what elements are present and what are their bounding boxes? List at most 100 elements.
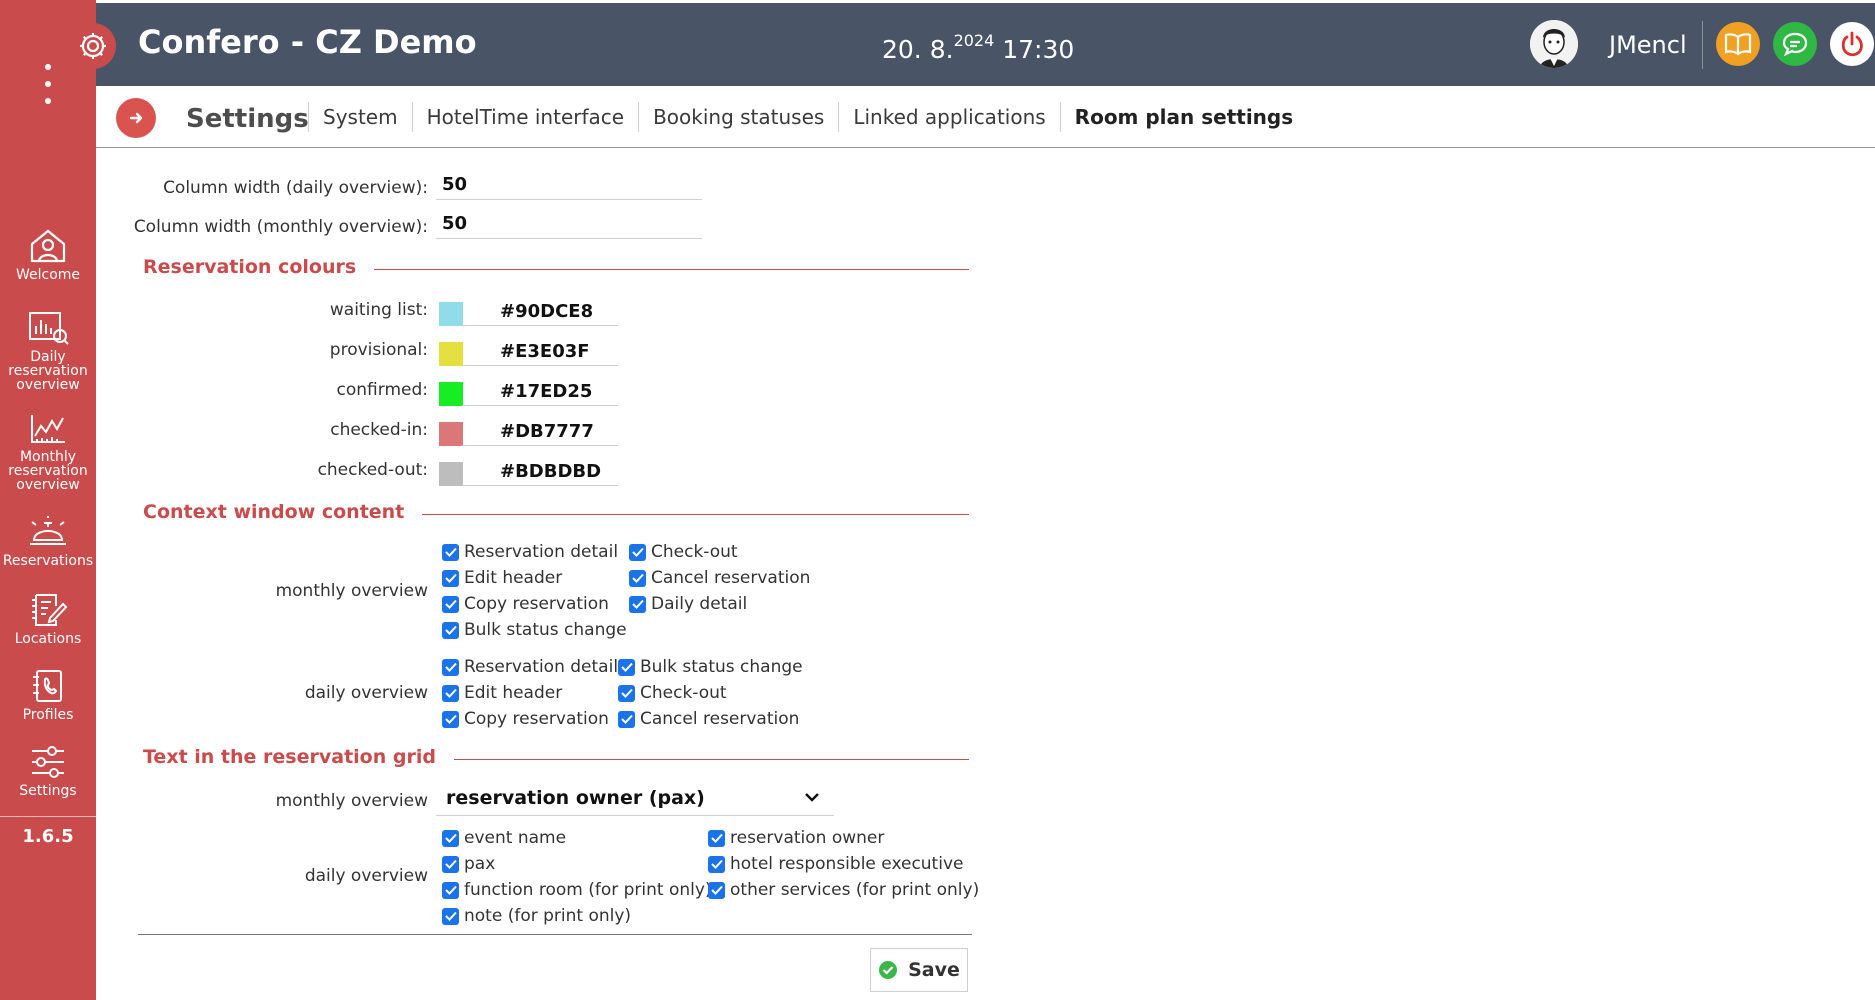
checkbox-monthly-cancel-reservation[interactable]: Cancel reservation <box>629 568 810 588</box>
colour-label-confirmed: confirmed: <box>336 380 428 400</box>
sidebar-item-welcome[interactable]: Welcome <box>0 228 96 282</box>
checkbox-grid-note[interactable]: note (for print only) <box>442 906 631 926</box>
tab-linked-applications[interactable]: Linked applications <box>838 102 1059 132</box>
sidebar-item-label: Monthly reservation overview <box>8 449 88 493</box>
manual-button[interactable] <box>1716 22 1760 66</box>
address-book-icon <box>33 670 62 702</box>
checkbox-grid-event-name[interactable]: event name <box>442 828 566 848</box>
checkbox-grid-pax[interactable]: pax <box>442 854 495 874</box>
grid-text-monthly-selected: reservation owner (pax) <box>446 787 705 809</box>
checkbox-daily-cancel-reservation[interactable]: Cancel reservation <box>618 709 799 729</box>
back-button[interactable] <box>116 98 156 138</box>
checkbox-monthly-daily-detail[interactable]: Daily detail <box>629 594 747 614</box>
kebab-menu-icon[interactable] <box>38 64 58 104</box>
grid-text-heading: Text in the reservation grid <box>143 746 454 768</box>
colour-hex-waiting-list[interactable]: #90DCE8 <box>462 296 618 326</box>
topbar-separator <box>1702 21 1703 69</box>
open-book-icon <box>1724 33 1752 56</box>
check-circle-icon <box>879 961 898 979</box>
save-button[interactable]: Save <box>870 948 968 992</box>
colour-label-checked-out: checked-out: <box>317 460 428 480</box>
sidebar-item-label: Welcome <box>15 267 81 283</box>
arrow-right-icon <box>129 112 143 124</box>
colour-swatch-provisional[interactable] <box>439 342 463 366</box>
chat-bubble-icon <box>1782 32 1808 57</box>
gear-icon <box>80 33 106 59</box>
save-button-label: Save <box>908 959 960 981</box>
checkbox-daily-edit-header[interactable]: Edit header <box>442 683 562 703</box>
daily-chart-search-icon <box>29 312 69 345</box>
checkbox-daily-check-out[interactable]: Check-out <box>618 683 727 703</box>
colour-swatch-waiting-list[interactable] <box>439 302 463 326</box>
colour-hex-confirmed[interactable]: #17ED25 <box>462 376 618 406</box>
context-window-heading: Context window content <box>143 501 423 523</box>
sidebar-item-reservations[interactable]: Reservations <box>0 514 96 568</box>
tab-room-plan-settings[interactable]: Room plan settings <box>1059 102 1307 132</box>
grid-text-monthly-select[interactable]: reservation owner (pax) <box>436 782 834 816</box>
colour-hex-checked-out[interactable]: #BDBDBD <box>462 456 618 486</box>
app-version: 1.6.5 <box>22 826 74 847</box>
sidebar-divider <box>0 816 96 817</box>
column-width-monthly-label: Column width (monthly overview): <box>133 217 428 237</box>
checkbox-grid-reservation-owner[interactable]: reservation owner <box>708 828 884 848</box>
room-plan-settings-form: Column width (daily overview): 50 Column… <box>96 148 996 1000</box>
service-bell-icon <box>30 516 66 545</box>
column-width-daily-input[interactable]: 50 <box>436 170 702 200</box>
sidebar-item-label: Reservations <box>2 553 94 569</box>
checkbox-daily-bulk-status-change[interactable]: Bulk status change <box>618 657 803 677</box>
colour-hex-provisional[interactable]: #E3E03F <box>462 336 618 366</box>
checkbox-grid-function-room[interactable]: function room (for print only) <box>442 880 712 900</box>
sidebar-item-settings[interactable]: Settings <box>0 744 96 798</box>
checkbox-monthly-bulk-status-change[interactable]: Bulk status change <box>442 620 627 640</box>
colour-swatch-checked-out[interactable] <box>439 462 463 486</box>
user-avatar-icon <box>1530 20 1578 68</box>
app-root: Welcome Daily reservation overview Month… <box>0 0 1875 1000</box>
checkbox-grid-hotel-responsible-executive[interactable]: hotel responsible executive <box>708 854 963 874</box>
power-icon <box>1841 31 1863 57</box>
sidebar-item-label: Profiles <box>22 707 74 723</box>
colour-swatch-confirmed[interactable] <box>439 382 463 406</box>
checkbox-daily-copy-reservation[interactable]: Copy reservation <box>442 709 609 729</box>
settings-tab-bar: Settings System HotelTime interface Book… <box>96 86 1875 148</box>
chat-button[interactable] <box>1773 22 1817 66</box>
username[interactable]: JMencl <box>1609 31 1687 59</box>
checkbox-monthly-check-out[interactable]: Check-out <box>629 542 738 562</box>
tab-booking-statuses[interactable]: Booking statuses <box>638 102 838 132</box>
logout-button[interactable] <box>1830 22 1874 66</box>
context-daily-label: daily overview <box>304 683 428 703</box>
column-width-monthly-input[interactable]: 50 <box>436 209 702 239</box>
page-title: Settings <box>186 104 309 134</box>
chevron-down-icon <box>805 793 819 802</box>
colour-hex-checked-in[interactable]: #DB7777 <box>462 416 618 446</box>
app-title: Confero - CZ Demo <box>138 23 477 61</box>
year: 2024 <box>953 31 995 50</box>
sidebar-item-locations[interactable]: Locations <box>0 592 96 646</box>
sidebar-item-label: Locations <box>14 631 82 647</box>
checkbox-monthly-copy-reservation[interactable]: Copy reservation <box>442 594 609 614</box>
grid-text-daily-label: daily overview <box>304 866 428 886</box>
sidebar-item-monthly-reservation-overview[interactable]: Monthly reservation overview <box>0 412 96 492</box>
checkbox-daily-reservation-detail[interactable]: Reservation detail <box>442 657 618 677</box>
avatar[interactable] <box>1530 20 1578 68</box>
top-bar: Confero - CZ Demo 20. 8.2024 17:30 JMenc… <box>70 3 1875 86</box>
checkbox-monthly-reservation-detail[interactable]: Reservation detail <box>442 542 618 562</box>
datetime: 20. 8.2024 17:30 <box>882 31 1074 64</box>
sidebar-item-daily-reservation-overview[interactable]: Daily reservation overview <box>0 310 96 392</box>
checkbox-monthly-edit-header[interactable]: Edit header <box>442 568 562 588</box>
colour-label-waiting-list: waiting list: <box>329 300 428 320</box>
sidebar-item-profiles[interactable]: Profiles <box>0 668 96 722</box>
colour-swatch-checked-in[interactable] <box>439 422 463 446</box>
sidebar: Welcome Daily reservation overview Month… <box>0 0 96 1000</box>
time: 17:30 <box>1002 35 1075 64</box>
sidebar-item-label: Settings <box>19 783 77 799</box>
grid-text-monthly-label: monthly overview <box>275 791 428 811</box>
date: 20. 8. <box>882 35 954 64</box>
house-user-icon <box>30 229 66 263</box>
tab-list: System HotelTime interface Booking statu… <box>308 102 1307 132</box>
edit-document-icon <box>32 594 68 626</box>
tab-system[interactable]: System <box>308 102 412 132</box>
column-width-daily-label: Column width (daily overview): <box>163 178 428 198</box>
tab-hoteltime-interface[interactable]: HotelTime interface <box>411 102 638 132</box>
checkbox-grid-other-services[interactable]: other services (for print only) <box>708 880 979 900</box>
sidebar-item-label: Daily reservation overview <box>8 349 88 393</box>
